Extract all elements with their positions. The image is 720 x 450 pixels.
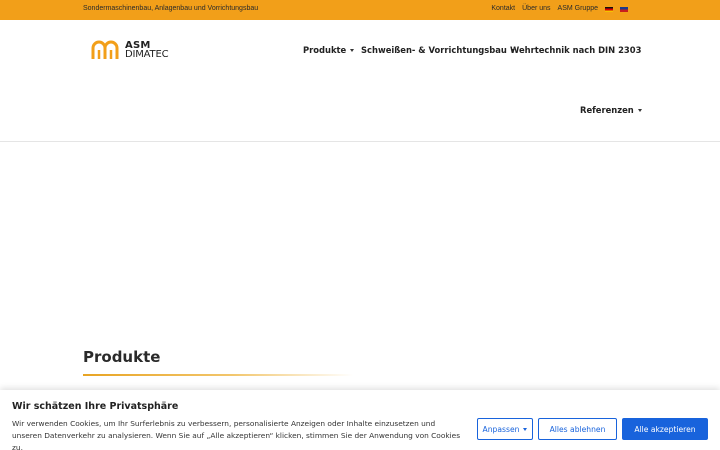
chevron-down-icon: [350, 48, 355, 52]
link-asm-gruppe[interactable]: ASM Gruppe: [558, 5, 598, 12]
nav-referenzen-label: Referenzen: [580, 105, 634, 115]
nav-wehrtechnik[interactable]: Wehrtechnik nach DIN 2303: [510, 45, 641, 55]
tagline: Sondermaschinenbau, Anlagenbau und Vorri…: [83, 5, 259, 12]
top-links: Kontakt Über uns ASM Gruppe: [491, 5, 628, 12]
nav-produkte-label: Produkte: [303, 45, 347, 55]
nav-schweissen-label: Schweißen- & Vorrichtungsbau: [361, 45, 507, 55]
logo-line-2: DIMATEC: [125, 49, 169, 60]
cookie-text: Wir verwenden Cookies, um Ihr Surferlebn…: [12, 419, 461, 450]
logo-text: ASM DIMATEC: [125, 41, 169, 60]
chevron-down-icon: [637, 108, 642, 112]
accept-all-button[interactable]: Alle akzeptieren: [622, 418, 708, 440]
nav-wehrtechnik-label: Wehrtechnik nach DIN 2303: [510, 45, 642, 55]
cookie-banner: Wir schätzen Ihre Privatsphäre Wir verwe…: [0, 390, 720, 450]
customize-button-label: Anpassen: [482, 424, 520, 434]
nav-produkte[interactable]: Produkte: [303, 45, 355, 55]
chevron-down-icon: [523, 427, 528, 431]
cookie-title: Wir schätzen Ihre Privatsphäre: [12, 401, 179, 412]
link-kontakt[interactable]: Kontakt: [491, 5, 515, 12]
page-title: Produkte: [83, 348, 161, 366]
top-bar: Sondermaschinenbau, Anlagenbau und Vorri…: [0, 0, 720, 20]
en-flag-icon[interactable]: [620, 6, 628, 12]
site-header: ASM DIMATEC Produkte Schweißen- & Vorric…: [0, 20, 720, 142]
nav-schweissen[interactable]: Schweißen- & Vorrichtungsbau: [361, 45, 515, 55]
customize-button[interactable]: Anpassen: [477, 418, 533, 440]
reject-all-button[interactable]: Alles ablehnen: [538, 418, 617, 440]
logo[interactable]: ASM DIMATEC: [91, 39, 169, 61]
logo-mark-icon: [91, 40, 119, 59]
nav-referenzen[interactable]: Referenzen: [580, 105, 642, 115]
de-flag-icon[interactable]: [605, 6, 613, 12]
accept-all-button-label: Alle akzeptieren: [634, 424, 696, 434]
reject-all-button-label: Alles ablehnen: [549, 424, 606, 434]
title-underline: [83, 374, 353, 376]
link-ueber-uns[interactable]: Über uns: [522, 5, 550, 12]
